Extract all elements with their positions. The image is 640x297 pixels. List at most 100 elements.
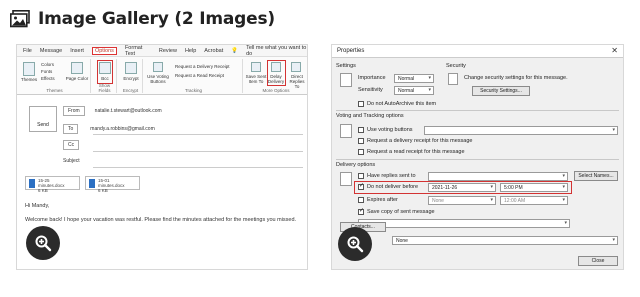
lock-icon [125, 62, 137, 74]
to-button[interactable]: To [63, 124, 79, 134]
page-color-button[interactable]: Page Color [65, 76, 89, 81]
save-sent-item-button[interactable]: Save Sent Item To [245, 74, 267, 84]
email-body[interactable]: Welcome back! I hope your vacation was r… [25, 217, 305, 223]
security-description: Change security settings for this messag… [464, 75, 568, 81]
direct-replies-icon [291, 62, 301, 72]
themes-icon [23, 62, 35, 76]
image-gallery-icon [10, 10, 30, 28]
divider [336, 159, 619, 160]
close-button[interactable]: Close [578, 256, 618, 266]
save-copy-checkbox[interactable] [358, 207, 364, 215]
attachment-2[interactable]: 15-01 minutes.docx 6 KB [85, 176, 140, 193]
bcc-button[interactable]: Bcc [93, 76, 117, 81]
do-not-deliver-label: Do not deliver before [367, 184, 419, 190]
expires-checkbox[interactable] [358, 197, 364, 203]
tell-me-text[interactable]: Tell me what you want to do [246, 45, 307, 57]
security-heading: Security [446, 63, 466, 69]
categories-field[interactable]: None [392, 236, 618, 245]
have-replies-label: Have replies sent to [367, 173, 416, 179]
menu-review[interactable]: Review [159, 48, 177, 54]
expires-label: Expires after [367, 197, 398, 203]
group-label-more-options: More Options [262, 88, 290, 93]
to-email[interactable]: mandy.a.robbins@gmail.com [90, 126, 154, 132]
menu-insert[interactable]: Insert [70, 48, 84, 54]
menu-format-text[interactable]: Format Text [125, 45, 151, 57]
attachment-size: 6 KB [38, 188, 48, 193]
select-names-button[interactable]: Select Names... [574, 171, 618, 181]
security-settings-button[interactable]: Security Settings... [472, 86, 530, 96]
menu-help[interactable]: Help [185, 48, 196, 54]
importance-select[interactable]: Normal [394, 74, 434, 83]
outlook-menubar: File Message Insert Options Format Text … [17, 45, 307, 57]
from-row: From natalie.t.stewart@outlook.com [63, 105, 162, 117]
send-label: Send [37, 122, 49, 128]
expires-date-select[interactable]: None [428, 196, 496, 205]
dialog-titlebar: Properties ✕ [332, 45, 623, 58]
themes-button[interactable]: Themes [19, 77, 39, 82]
expires-time-select[interactable]: 12:00 AM [500, 196, 568, 205]
use-voting-checkbox[interactable] [358, 127, 364, 133]
use-voting-label: Use voting buttons [367, 127, 413, 133]
save-sent-icon [251, 62, 261, 72]
cc-field-line [93, 151, 303, 152]
gallery-image-2[interactable]: Properties ✕ Settings Security Importanc… [331, 44, 624, 270]
attachment-1[interactable]: 15-25 minutes.docx 6 KB [25, 176, 80, 193]
attachment-name: 15-25 minutes.docx [38, 178, 65, 188]
gallery-header: Image Gallery (2 Images) [10, 6, 275, 32]
read-receipt-checkbox[interactable] [358, 149, 364, 155]
encrypt-button[interactable]: Encrypt [119, 76, 143, 81]
gallery-image-1[interactable]: File Message Insert Options Format Text … [16, 44, 308, 270]
page-color-icon [71, 62, 83, 74]
attachment-name: 15-01 minutes.docx [98, 178, 125, 188]
group-label-show-fields: Show Fields [98, 83, 111, 93]
request-read-receipt[interactable]: Request a Read Receipt [175, 73, 224, 78]
group-label-encrypt: Encrypt [122, 88, 139, 93]
outlook-ribbon: Themes Colors Fonts Effects Page Color T… [17, 57, 307, 95]
attachment-size: 6 KB [98, 188, 108, 193]
save-copy-folder-field[interactable] [358, 219, 570, 228]
email-greeting[interactable]: Hi Mandy, [25, 203, 49, 209]
delivery-receipt-label: Request a delivery receipt for this mess… [367, 138, 473, 144]
zoom-button[interactable] [338, 227, 372, 261]
deliver-date-select[interactable]: 2021-11-26 [428, 183, 496, 192]
voting-heading: Voting and Tracking options [336, 113, 404, 119]
delay-delivery-button[interactable]: Delay Delivery [266, 74, 286, 84]
from-email: natalie.t.stewart@outlook.com [94, 108, 162, 114]
voting-select[interactable] [424, 126, 618, 135]
cc-row: Cc [63, 139, 80, 151]
subject-row: Subject [63, 155, 80, 167]
zoom-button[interactable] [26, 226, 60, 260]
ribbon-group-tracking: Use Voting Buttons Request a Delivery Re… [145, 59, 243, 93]
menu-file[interactable]: File [23, 48, 32, 54]
request-delivery-receipt[interactable]: Request a Delivery Receipt [175, 64, 230, 69]
sensitivity-label: Sensitivity [358, 87, 383, 93]
replies-to-field[interactable] [428, 172, 568, 181]
menu-acrobat[interactable]: Acrobat [204, 48, 223, 54]
effects-button[interactable]: Effects [41, 76, 55, 81]
group-label-themes: Themes [46, 88, 63, 93]
group-label-tracking: Tracking [184, 88, 203, 93]
deliver-time-select[interactable]: 5:00 PM [500, 183, 568, 192]
sensitivity-select[interactable]: Normal [394, 86, 434, 95]
menu-options[interactable]: Options [91, 46, 117, 55]
subject-field-line[interactable] [93, 167, 303, 168]
colors-button[interactable]: Colors [41, 62, 54, 67]
ribbon-group-encrypt: Encrypt Encrypt [119, 59, 143, 93]
no-autoarchive-checkbox[interactable] [358, 101, 364, 107]
cc-button[interactable]: Cc [63, 140, 80, 150]
delivery-receipt-checkbox[interactable] [358, 138, 364, 144]
magnifier-plus-icon [35, 235, 52, 252]
do-not-deliver-checkbox[interactable] [358, 182, 364, 190]
use-voting-buttons[interactable]: Use Voting Buttons [145, 74, 171, 84]
fonts-button[interactable]: Fonts [41, 69, 52, 74]
send-button[interactable]: Send [29, 106, 57, 132]
close-icon[interactable]: ✕ [611, 46, 618, 55]
delivery-icon [340, 172, 352, 186]
direct-replies-button[interactable]: Direct Replies To [287, 74, 307, 89]
save-copy-label: Save copy of sent message [367, 209, 435, 215]
from-button[interactable]: From [63, 106, 85, 116]
ribbon-group-themes: Themes Colors Fonts Effects Page Color T… [19, 59, 91, 93]
lightbulb-icon: 💡 [231, 47, 239, 54]
menu-message[interactable]: Message [40, 48, 62, 54]
have-replies-checkbox[interactable] [358, 173, 364, 179]
